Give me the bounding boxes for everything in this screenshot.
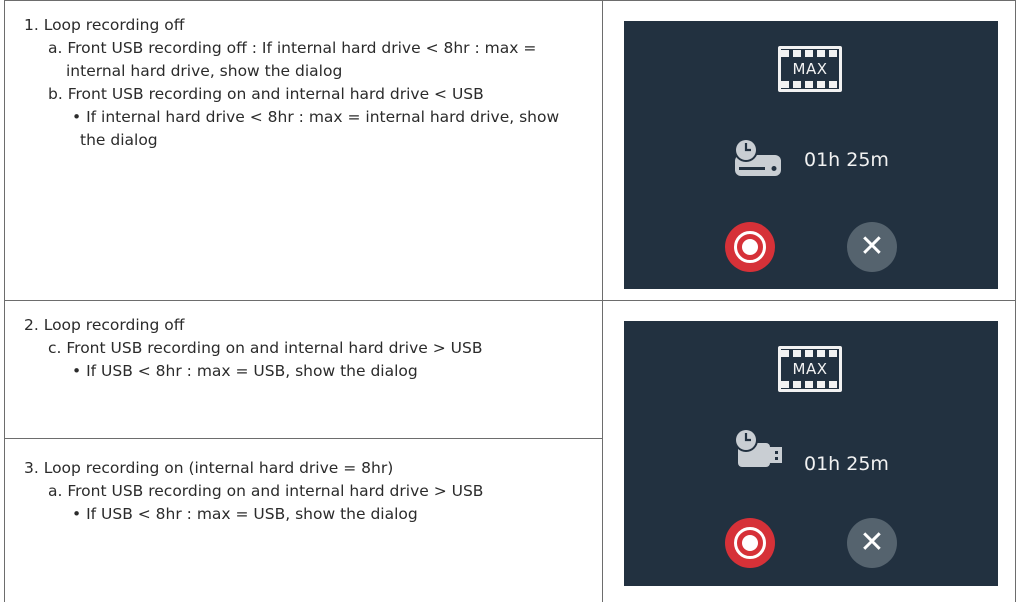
max-label: MAX bbox=[792, 360, 828, 378]
table-row-divider bbox=[4, 300, 1016, 301]
row1-item-b: b. Front USB recording on and internal h… bbox=[48, 85, 484, 103]
row3-item-a: a. Front USB recording on and internal h… bbox=[48, 482, 484, 500]
film-max-icon: MAX bbox=[778, 46, 842, 92]
max-record-dialog-2: MAX 01h 25m ✕ bbox=[624, 321, 998, 586]
close-icon: ✕ bbox=[859, 229, 885, 264]
row1-item-a-cont: internal hard drive, show the dialog bbox=[66, 62, 343, 80]
max-label: MAX bbox=[792, 60, 828, 78]
row2-heading: 2. Loop recording off bbox=[24, 316, 185, 334]
hard-drive-clock-icon bbox=[734, 138, 781, 176]
close-icon: ✕ bbox=[859, 525, 885, 560]
table-column-divider bbox=[602, 0, 603, 602]
table-border-left bbox=[4, 0, 5, 602]
usb-drive-clock-icon bbox=[734, 428, 782, 467]
max-record-dialog-1: MAX 01h 25m ✕ bbox=[624, 21, 998, 289]
table-border-top bbox=[4, 0, 1016, 1]
row2-item-c: c. Front USB recording on and internal h… bbox=[48, 339, 483, 357]
row1-bullet: • If internal hard drive < 8hr : max = i… bbox=[72, 108, 560, 126]
row3-heading: 3. Loop recording on (internal hard driv… bbox=[24, 459, 394, 477]
recording-duration: 01h 25m bbox=[804, 149, 889, 171]
row3-bullet: • If USB < 8hr : max = USB, show the dia… bbox=[72, 505, 418, 523]
record-button[interactable] bbox=[725, 518, 775, 568]
table-subrow-divider bbox=[4, 438, 603, 439]
row1-bullet-cont: the dialog bbox=[80, 131, 158, 149]
record-button[interactable] bbox=[725, 222, 775, 272]
row2-bullet: • If USB < 8hr : max = USB, show the dia… bbox=[72, 362, 418, 380]
close-button[interactable]: ✕ bbox=[847, 222, 897, 272]
row1-item-a: a. Front USB recording off : If internal… bbox=[48, 39, 537, 57]
table-border-right bbox=[1015, 0, 1016, 602]
close-button[interactable]: ✕ bbox=[847, 518, 897, 568]
film-max-icon: MAX bbox=[778, 346, 842, 392]
recording-duration: 01h 25m bbox=[804, 453, 889, 475]
row1-heading: 1. Loop recording off bbox=[24, 16, 185, 34]
